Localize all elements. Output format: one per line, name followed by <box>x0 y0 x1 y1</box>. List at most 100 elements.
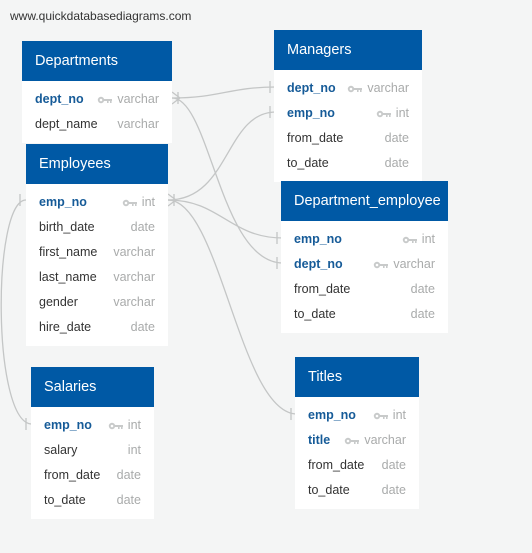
key-icon <box>108 422 123 430</box>
table-managers[interactable]: Managers dept_no varchar emp_no int from… <box>274 30 422 182</box>
field-row[interactable]: emp_no int <box>31 413 154 438</box>
field-type: date <box>381 483 406 497</box>
crowfoot-departments <box>171 91 181 105</box>
field-row[interactable]: from_date date <box>274 126 422 151</box>
field-name: dept_name <box>35 117 98 131</box>
field-row[interactable]: title varchar <box>295 428 419 453</box>
key-icon <box>97 96 113 104</box>
table-header[interactable]: Managers <box>274 30 422 70</box>
table-department-employee[interactable]: Department_employee emp_no int dept_no v… <box>281 181 448 333</box>
field-row[interactable]: last_name varchar <box>26 265 168 290</box>
field-name: salary <box>44 443 78 457</box>
field-type: int <box>392 408 406 422</box>
key-icon <box>373 412 388 420</box>
field-name: emp_no <box>44 418 92 432</box>
field-type: date <box>130 320 155 334</box>
table-titles[interactable]: Titles emp_no int title varchar from_dat… <box>295 357 419 509</box>
field-row[interactable]: from_date date <box>295 453 419 478</box>
field-row[interactable]: emp_no int <box>26 190 168 215</box>
field-name: to_date <box>308 483 350 497</box>
field-name: to_date <box>44 493 86 507</box>
key-icon <box>122 199 137 207</box>
key-icon <box>402 236 417 244</box>
table-employees[interactable]: Employees emp_no int birth_date date fir… <box>26 144 168 346</box>
field-name: dept_no <box>287 81 336 95</box>
field-type: date <box>410 307 435 321</box>
field-type: int <box>127 443 141 457</box>
field-type: varchar <box>393 257 435 271</box>
field-row[interactable]: from_date date <box>281 277 448 302</box>
field-name: emp_no <box>308 408 356 422</box>
table-header[interactable]: Departments <box>22 41 172 81</box>
link-employees-titles <box>167 199 298 415</box>
field-type: varchar <box>367 81 409 95</box>
field-row[interactable]: dept_no varchar <box>281 252 448 277</box>
field-row[interactable]: to_date date <box>281 302 448 327</box>
field-row[interactable]: emp_no int <box>274 101 422 126</box>
field-name: emp_no <box>287 106 335 120</box>
field-name: first_name <box>39 245 98 259</box>
field-name: from_date <box>287 131 344 145</box>
field-row[interactable]: hire_date date <box>26 315 168 340</box>
link-employees-managers <box>167 111 277 201</box>
field-row[interactable]: emp_no int <box>281 227 448 252</box>
field-row[interactable]: first_name varchar <box>26 240 168 265</box>
field-name: from_date <box>308 458 365 472</box>
field-type: varchar <box>113 270 155 284</box>
field-type: date <box>384 131 409 145</box>
field-name: from_date <box>44 468 101 482</box>
key-icon <box>376 110 391 118</box>
field-row[interactable]: dept_no varchar <box>22 87 172 112</box>
field-name: dept_no <box>35 92 84 106</box>
field-name: hire_date <box>39 320 92 334</box>
field-row[interactable]: salary int <box>31 438 154 463</box>
field-type: date <box>130 220 155 234</box>
field-type: date <box>410 282 435 296</box>
field-type: int <box>421 232 435 246</box>
table-departments[interactable]: Departments dept_no varchar dept_name va… <box>22 41 172 143</box>
field-name: dept_no <box>294 257 343 271</box>
field-type: varchar <box>113 245 155 259</box>
field-row[interactable]: to_date date <box>274 151 422 176</box>
field-row[interactable]: to_date date <box>31 488 154 513</box>
field-row[interactable]: gender varchar <box>26 290 168 315</box>
field-type: varchar <box>117 92 159 106</box>
field-name: emp_no <box>294 232 342 246</box>
crowfoot-employees <box>167 193 177 207</box>
field-type: date <box>116 468 141 482</box>
table-header[interactable]: Department_employee <box>281 181 448 221</box>
field-type: date <box>116 493 141 507</box>
key-icon <box>344 437 360 445</box>
field-name: gender <box>39 295 78 309</box>
field-row[interactable]: to_date date <box>295 478 419 503</box>
field-type: varchar <box>117 117 159 131</box>
field-type: date <box>384 156 409 170</box>
field-name: birth_date <box>39 220 95 234</box>
field-type: int <box>141 195 155 209</box>
field-type: int <box>127 418 141 432</box>
table-header[interactable]: Titles <box>295 357 419 397</box>
field-type: varchar <box>364 433 406 447</box>
field-name: last_name <box>39 270 97 284</box>
field-type: varchar <box>113 295 155 309</box>
field-name: emp_no <box>39 195 87 209</box>
table-header[interactable]: Salaries <box>31 367 154 407</box>
table-salaries[interactable]: Salaries emp_no int salary int from_date… <box>31 367 154 519</box>
field-row[interactable]: from_date date <box>31 463 154 488</box>
field-row[interactable]: emp_no int <box>295 403 419 428</box>
watermark[interactable]: www.quickdatabasediagrams.com <box>10 9 191 23</box>
key-icon <box>347 85 363 93</box>
field-name: to_date <box>287 156 329 170</box>
link-departments-managers <box>171 86 277 99</box>
field-name: to_date <box>294 307 336 321</box>
link-departments-dept-employee <box>171 97 284 264</box>
field-row[interactable]: dept_no varchar <box>274 76 422 101</box>
table-header[interactable]: Employees <box>26 144 168 184</box>
field-row[interactable]: dept_name varchar <box>22 112 172 137</box>
field-row[interactable]: birth_date date <box>26 215 168 240</box>
field-type: date <box>381 458 406 472</box>
field-name: title <box>308 433 331 447</box>
field-type: int <box>395 106 409 120</box>
field-name: from_date <box>294 282 351 296</box>
key-icon <box>373 261 389 269</box>
